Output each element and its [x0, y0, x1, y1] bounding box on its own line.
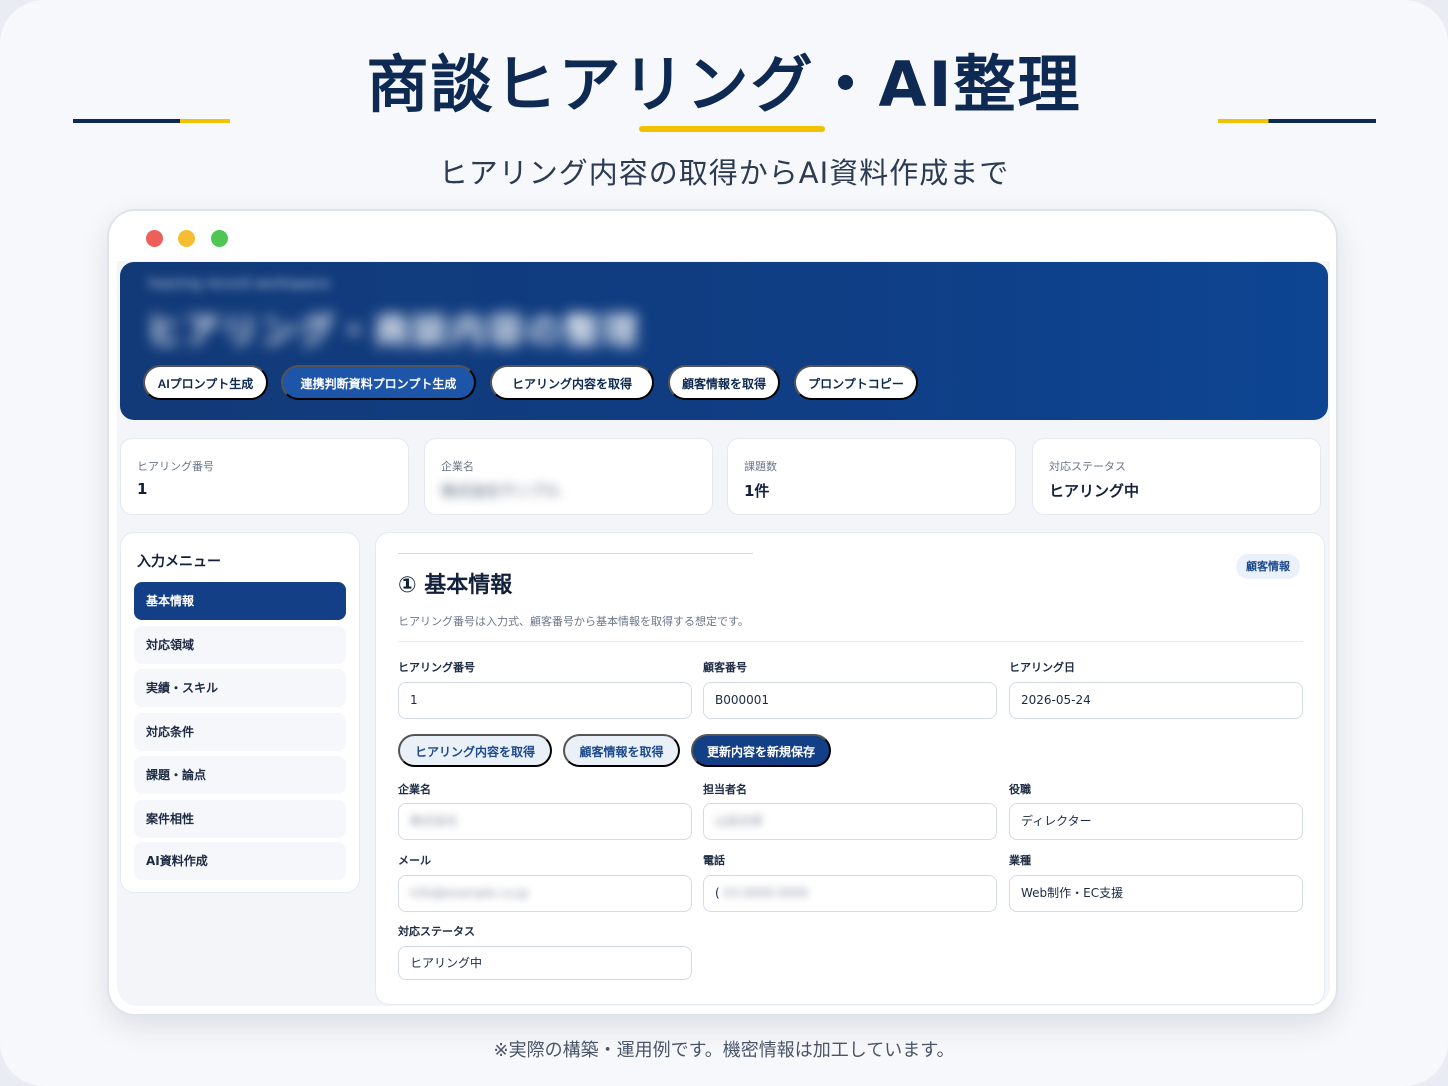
header-banner: hearing record workspace ヒアリング・商談内容の整理 A… [120, 262, 1328, 420]
stat-value: 株式会社サンプル [441, 482, 561, 500]
hearing-no-label: ヒアリング番号 [398, 661, 475, 674]
industry-label: 業種 [1009, 854, 1031, 867]
sidebar-item-ai-docs[interactable]: AI資料作成 [134, 842, 346, 880]
phone-input[interactable]: ( 03-0000-0000 [703, 875, 997, 912]
phone-value: 03-0000-0000 [723, 886, 809, 900]
stat-value: 1件 [744, 482, 770, 500]
decor-line-left [73, 119, 230, 123]
sidebar-item-issues[interactable]: 課題・論点 [134, 756, 346, 794]
fetch-customer-button[interactable]: 顧客情報を取得 [668, 365, 780, 400]
app-window: hearing record workspace ヒアリング・商談内容の整理 A… [107, 209, 1338, 1016]
company-input[interactable]: 株式会社 [398, 803, 692, 840]
ai-prompt-generate-button[interactable]: AIプロンプト生成 [143, 365, 268, 400]
input-menu-sidebar: 入力メニュー 基本情報 対応領域 実績・スキル 対応条件 課題・論点 案件相性 … [120, 532, 360, 893]
sidebar-item-fit[interactable]: 案件相性 [134, 800, 346, 838]
email-label: メール [398, 854, 431, 867]
stat-company: 企業名 株式会社サンプル [424, 438, 713, 515]
stat-issue-count: 課題数 1件 [727, 438, 1016, 515]
contact-name-label: 担当者名 [703, 783, 747, 796]
customer-info-badge: 顧客情報 [1236, 554, 1300, 579]
sidebar-title: 入力メニュー [137, 554, 221, 570]
stat-label: 企業名 [441, 460, 474, 473]
customer-no-label: 顧客番号 [703, 661, 747, 674]
email-input[interactable]: info@example.co.jp [398, 875, 692, 912]
hero-subtitle: ヒアリング内容の取得からAI資料作成まで [438, 156, 1010, 190]
fetch-hearing-content-button[interactable]: ヒアリング内容を取得 [398, 734, 552, 767]
stat-hearing-no: ヒアリング番号 1 [120, 438, 409, 515]
minimize-window-icon[interactable] [178, 230, 195, 247]
phone-prefix: ( [715, 886, 720, 900]
phone-label: 電話 [703, 854, 725, 867]
stat-value: 1 [137, 480, 148, 498]
role-input[interactable]: ディレクター [1009, 803, 1303, 840]
app-content: hearing record workspace ヒアリング・商談内容の整理 A… [117, 261, 1330, 1006]
sidebar-item-coverage[interactable]: 対応領域 [134, 626, 346, 664]
hearing-date-label: ヒアリング日 [1009, 661, 1075, 674]
maximize-window-icon[interactable] [211, 230, 228, 247]
industry-input[interactable]: Web制作・EC支援 [1009, 875, 1303, 912]
fetch-hearing-button[interactable]: ヒアリング内容を取得 [490, 365, 654, 400]
sidebar-item-conditions[interactable]: 対応条件 [134, 713, 346, 751]
stat-label: 対応ステータス [1049, 460, 1126, 473]
decor-line-right [1218, 119, 1376, 123]
fetch-customer-info-button[interactable]: 顧客情報を取得 [563, 734, 680, 767]
stat-label: ヒアリング番号 [137, 460, 214, 473]
promo-card: 商談ヒアリング・AI整理 ヒアリング内容の取得からAI資料作成まで hearin… [0, 0, 1448, 1086]
stat-label: 課題数 [744, 460, 777, 473]
contact-name-input[interactable]: 山田太郎 [703, 803, 997, 840]
stat-value: ヒアリング中 [1049, 482, 1140, 500]
stat-status: 対応ステータス ヒアリング中 [1032, 438, 1321, 515]
save-new-button[interactable]: 更新内容を新規保存 [691, 734, 831, 767]
section-description: ヒアリング番号は入力式、顧客番号から基本情報を取得する想定です。 [398, 615, 749, 628]
company-value: 株式会社 [410, 814, 459, 828]
company-label: 企業名 [398, 783, 431, 796]
footnote: ※実際の構築・運用例です。機密情報は加工しています。 [493, 1040, 955, 1061]
hearing-no-input[interactable]: 1 [398, 682, 692, 719]
prompt-copy-button[interactable]: プロンプトコピー [794, 365, 918, 400]
decor-underline [639, 126, 825, 132]
contact-name-value: 山田太郎 [715, 814, 764, 828]
role-label: 役職 [1009, 783, 1031, 796]
customer-no-input[interactable]: B000001 [703, 682, 997, 719]
close-window-icon[interactable] [146, 230, 163, 247]
hero-title: 商談ヒアリング・AI整理 [366, 48, 1082, 121]
email-value: info@example.co.jp [410, 886, 529, 900]
linkage-prompt-generate-button[interactable]: 連携判断資料プロンプト生成 [281, 365, 476, 400]
sidebar-item-basic-info[interactable]: 基本情報 [134, 582, 346, 620]
section-accent-line [398, 553, 753, 554]
section-title: ① 基本情報 [398, 573, 513, 598]
section-divider [398, 641, 1303, 642]
status-label: 対応ステータス [398, 925, 475, 938]
banner-title: ヒアリング・商談内容の整理 [146, 311, 641, 352]
hearing-date-input[interactable]: 2026-05-24 [1009, 682, 1303, 719]
status-select[interactable]: ヒアリング中 [398, 946, 692, 980]
sidebar-item-track-record[interactable]: 実績・スキル [134, 669, 346, 707]
banner-small-text: hearing record workspace [148, 276, 331, 292]
basic-info-panel: ① 基本情報 顧客情報 ヒアリング番号は入力式、顧客番号から基本情報を取得する想… [375, 532, 1325, 1005]
